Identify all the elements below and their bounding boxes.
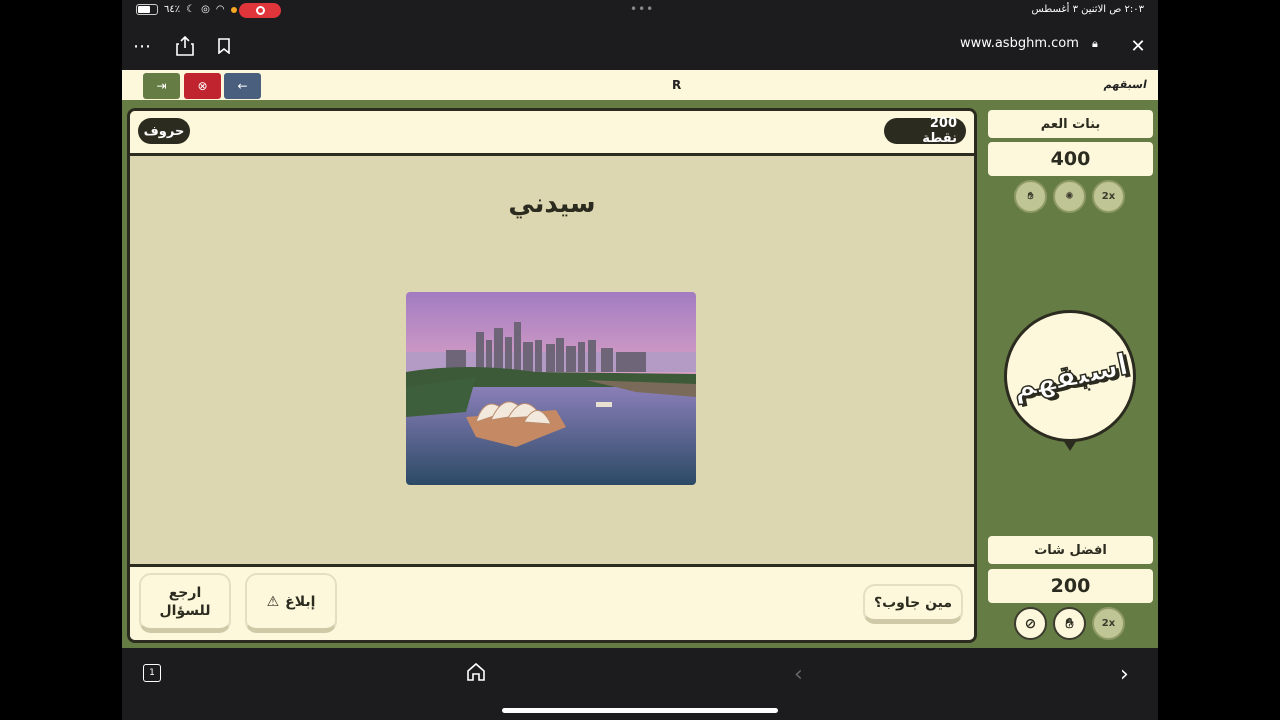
bookmark-icon[interactable]	[212, 34, 236, 58]
ellipsis-icon[interactable]: ⋯	[130, 34, 154, 58]
home-icon[interactable]	[466, 662, 486, 688]
hand-icon[interactable]: ✋︎	[1014, 180, 1047, 213]
game-logo: اسبقهم	[1004, 310, 1136, 442]
url-field[interactable]: www.asbghm.com	[960, 36, 1079, 51]
battery-icon	[136, 4, 158, 15]
end-game-button[interactable]: ⊗	[184, 73, 221, 99]
answer-text: سيدني	[508, 189, 596, 219]
back-arrow-icon[interactable]: ‹	[794, 662, 803, 687]
small-logo[interactable]: اسبقهم	[1103, 78, 1148, 91]
close-icon[interactable]: ✕	[1126, 34, 1150, 58]
battery-percent: ٦٤٪	[164, 4, 181, 15]
answer-image	[406, 292, 696, 485]
report-label: إبلاغ	[285, 593, 316, 610]
spin-icon[interactable]: ✺	[1053, 180, 1086, 213]
question-header: حروف 200 نقطة	[130, 111, 974, 156]
screen-recording-icon[interactable]	[239, 3, 281, 18]
double-points-button[interactable]: 2x	[1092, 607, 1125, 640]
close-circle-icon: ⊗	[197, 79, 208, 93]
location-icon: ◎	[201, 4, 210, 15]
status-time-date: ٢:٠٣ ص الاثنين ٣ أغسطس	[1031, 4, 1144, 15]
browser-bar: ⋯ www.asbghm.com 🔒︎ ✕	[122, 22, 1158, 70]
lock-icon: 🔒︎	[1092, 37, 1098, 50]
question-panel: حروف 200 نقطة سيدني ارجع للسؤال إبلاغ ⚠ …	[127, 108, 977, 643]
status-bar: ٦٤٪ ☾ ◎ ◠ ••• ٢:٠٣ ص الاثنين ٣ أغسطس	[122, 0, 1158, 22]
logo-text: اسبقهم	[1008, 346, 1131, 406]
exit-button[interactable]: ⇥	[143, 73, 180, 99]
question-footer: ارجع للسؤال إبلاغ ⚠ مين جاوب؟	[130, 564, 974, 640]
mic-indicator-icon	[230, 6, 237, 13]
arrow-left-icon: ←	[237, 79, 248, 93]
team-2-score: 200	[988, 569, 1153, 603]
logo-pointer	[1063, 440, 1077, 451]
status-left: ٦٤٪ ☾ ◎ ◠	[136, 4, 237, 15]
forward-arrow-icon[interactable]: ›	[1120, 662, 1129, 687]
who-answered-button[interactable]: مين جاوب؟	[863, 584, 963, 624]
team-1-score: 400	[988, 142, 1153, 176]
moon-icon: ☾	[186, 4, 196, 15]
tabs-icon[interactable]: 1	[143, 664, 161, 682]
warning-icon: ⚠	[266, 593, 280, 610]
hand-icon[interactable]: ✋︎	[1053, 607, 1086, 640]
exit-icon: ⇥	[156, 79, 167, 93]
game-top-strip: ⇥ ⊗ ← R اسبقهم	[122, 70, 1158, 102]
points-badge: 200 نقطة	[884, 116, 966, 146]
wifi-icon: ◠	[215, 4, 225, 15]
multitask-dots[interactable]: •••	[630, 2, 654, 16]
game-site: ⇥ ⊗ ← R اسبقهم حروف 200 نقطة سيدني ارجع …	[122, 70, 1158, 648]
double-points-button[interactable]: 2x	[1092, 180, 1125, 213]
browser-toolbar: 1 ‹ ›	[122, 648, 1158, 720]
home-indicator[interactable]	[502, 708, 778, 713]
back-to-question-button[interactable]: ارجع للسؤال	[139, 573, 231, 633]
back-button[interactable]: ←	[224, 73, 261, 99]
share-icon[interactable]	[173, 34, 197, 58]
room-code: R	[672, 78, 682, 92]
ipad-screen: ٦٤٪ ☾ ◎ ◠ ••• ٢:٠٣ ص الاثنين ٣ أغسطس ⋯ w…	[122, 0, 1158, 720]
category-badge: حروف	[138, 118, 190, 144]
report-button[interactable]: إبلاغ ⚠	[245, 573, 337, 633]
ban-icon[interactable]: ⊘	[1014, 607, 1047, 640]
team-2-name: افضل شات	[988, 536, 1153, 564]
team-1-name: بنات العم	[988, 110, 1153, 138]
